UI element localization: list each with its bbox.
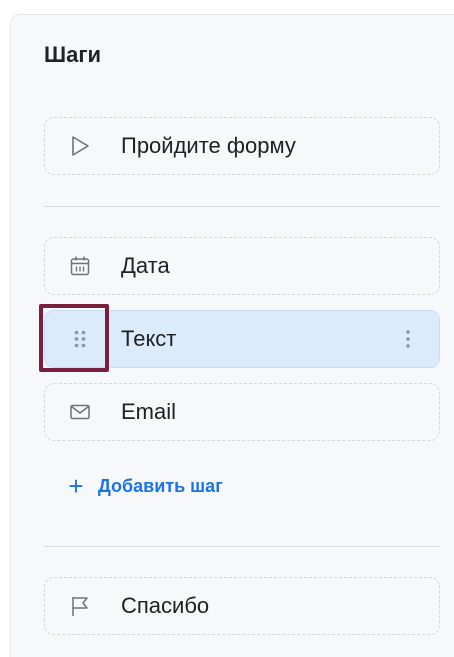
step-label: Спасибо [121,593,210,618]
step-thank-you[interactable]: Спасибо [44,577,440,635]
step-label: Email [121,399,177,424]
divider [44,206,440,207]
step-label: Текст [121,326,177,351]
add-step-button[interactable]: + Добавить шаг [66,471,223,501]
step-date[interactable]: Дата [44,237,440,295]
divider [44,546,440,547]
step-text[interactable]: Текст [44,310,440,368]
step-label: Дата [121,253,170,278]
drag-handle-icon[interactable] [66,325,94,353]
more-vertical-icon[interactable] [403,326,413,352]
step-email[interactable]: Email [44,383,440,441]
step-label: Пройдите форму [121,133,296,158]
plus-icon: + [68,471,84,501]
envelope-icon [66,398,94,426]
panel-title: Шаги [44,42,102,67]
flag-icon [66,592,94,620]
add-step-label: Добавить шаг [98,475,223,496]
play-triangle-icon [66,132,94,160]
step-intro[interactable]: Пройдите форму [44,117,440,175]
calendar-icon [66,252,94,280]
